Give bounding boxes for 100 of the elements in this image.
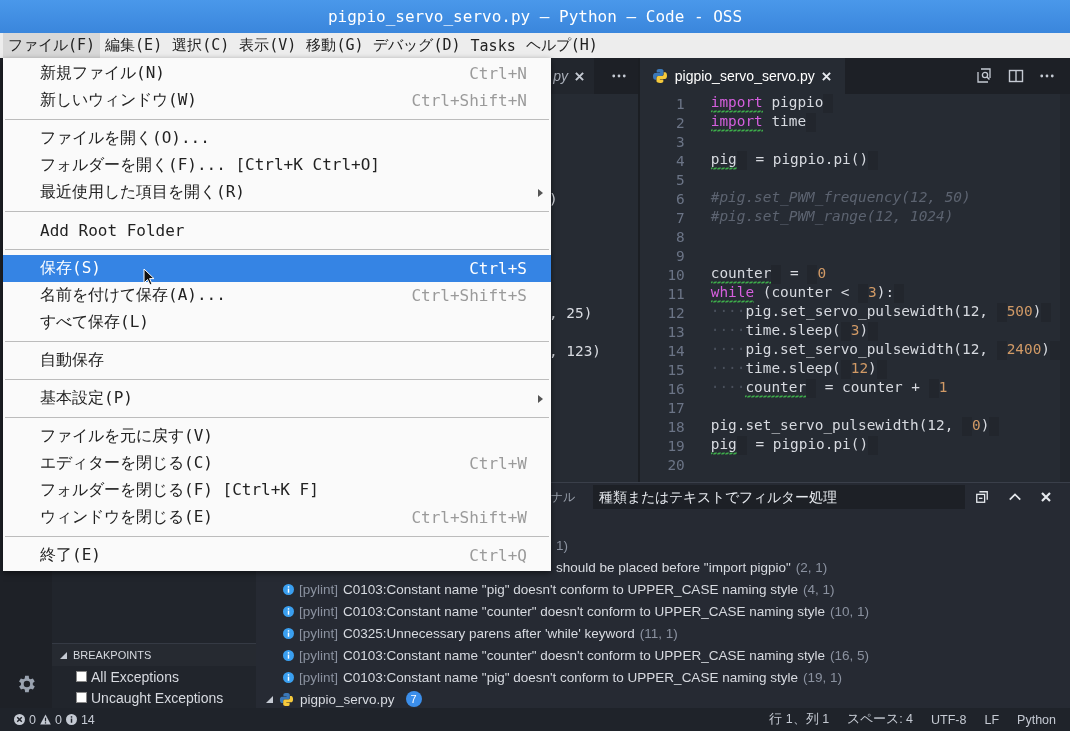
open-preview-icon[interactable] [976, 68, 992, 84]
line-number: 2 [675, 114, 685, 131]
mouse-pointer-icon [143, 268, 155, 286]
menu-item[interactable]: フォルダーを閉じる(F) [Ctrl+K F] [3, 477, 551, 504]
status-item[interactable]: Python [1017, 712, 1056, 727]
menu-bar-item[interactable]: 表示(V) [234, 33, 302, 58]
menu-item[interactable]: 基本設定(P) [3, 385, 551, 412]
more-icon[interactable] [1040, 74, 1054, 78]
expand-triangle-icon[interactable] [266, 695, 273, 703]
python-icon [651, 68, 668, 84]
file-name: pigpio_servo.py [300, 691, 395, 707]
close-icon[interactable] [1041, 492, 1051, 502]
problem-location: (16, 5) [829, 647, 869, 663]
menu-item[interactable]: ファイルを元に戻す(V) [3, 423, 551, 450]
code-line: pig = pigpio.pi() [710, 436, 879, 455]
line-number: 12 [666, 304, 685, 321]
menu-item[interactable]: 保存(S) Ctrl+S [3, 255, 551, 282]
menu-item[interactable]: 新しいウィンドウ(W) Ctrl+Shift+N [3, 87, 551, 114]
checkbox-label: Uncaught Exceptions [91, 689, 224, 706]
line-number: 11 [666, 285, 685, 302]
menu-item[interactable]: すべて保存(L) [3, 309, 551, 336]
status-item[interactable]: UTF-8 [931, 712, 967, 727]
problem-source: [pylint] [299, 625, 339, 641]
section-title: BREAKPOINTS [73, 649, 152, 661]
line-number: 19 [666, 437, 685, 454]
section-header[interactable]: BREAKPOINTS [52, 643, 256, 666]
problem-message: C0103:Constant name "counter" doesn't conform to UPPER_CASE naming style [343, 603, 825, 619]
problem-message: C0325:Unnecessary parens after 'while' keyword [343, 625, 635, 641]
line-number: 14 [666, 342, 685, 359]
problem-source: [pylint] [299, 581, 339, 597]
close-icon[interactable] [821, 71, 831, 81]
info-icon [283, 671, 294, 683]
code-text: , 123) [549, 342, 601, 359]
menu-item[interactable]: フォルダーを開く(F)... [Ctrl+K Ctrl+O] [3, 152, 551, 179]
window-title: pigpio_servo_servo.py — Python — Code - OSS [327, 7, 743, 26]
status-item[interactable]: スペース: 4 [847, 711, 914, 728]
menu-bar-item[interactable]: 選択(C) [167, 33, 235, 58]
problem-location: (2, 1) [795, 559, 828, 575]
menu-bar-item[interactable]: Tasks [465, 33, 521, 58]
menu-bar-item[interactable]: 編集(E) [100, 33, 168, 58]
line-number: 13 [666, 323, 685, 340]
line-number: 4 [675, 152, 685, 169]
menu-bar-item[interactable]: デバッグ(D) [368, 33, 466, 58]
checkbox[interactable] [76, 692, 87, 703]
menu-item[interactable]: 終了(E) Ctrl+Q [3, 542, 551, 569]
problem-location: (4, 1) [802, 581, 835, 597]
problem-message: C0103:Constant name "pig" doesn't conform to UPPER_CASE naming style [343, 581, 798, 597]
line-number: 10 [666, 266, 685, 283]
editor-tab[interactable]: pigpio_servo_servo.py [639, 58, 845, 94]
line-number: 15 [666, 361, 685, 378]
code-line: #pig.set_PWM_range(12, 1024) [710, 208, 954, 227]
python-icon [279, 691, 294, 707]
status-text[interactable]: 0 [54, 712, 62, 727]
line-number: 5 [675, 171, 685, 188]
expand-triangle-icon [60, 651, 67, 659]
code-line: ····pig.set_servo_pulsewidth(12, 2400) [710, 341, 1060, 360]
code-line: ····pig.set_servo_pulsewidth(12, 500) [710, 303, 1052, 322]
info-icon [283, 605, 294, 617]
menu-item[interactable]: ファイルを開く(O)... [3, 125, 551, 152]
menu-item[interactable]: 最近使用した項目を開く(R) [3, 179, 551, 206]
code-line: while (counter < 3): [710, 284, 905, 303]
menu-bar-item[interactable]: ヘルプ(H) [520, 33, 603, 58]
count-badge: 7 [405, 691, 422, 707]
menu-item[interactable]: Add Root Folder [3, 217, 551, 244]
more-icon[interactable] [611, 74, 626, 78]
status-text[interactable]: 0 [29, 712, 36, 727]
line-number: 1 [675, 95, 685, 112]
menu-item[interactable]: ウィンドウを閉じる(E) Ctrl+Shift+W [3, 504, 551, 531]
menu-item[interactable]: 新規ファイル(N) Ctrl+N [3, 60, 551, 87]
menu-item[interactable]: エディターを閉じる(C) Ctrl+W [3, 450, 551, 477]
close-icon[interactable] [575, 71, 584, 81]
collapse-all-icon[interactable] [975, 490, 989, 504]
line-number: 9 [675, 247, 685, 264]
code-line: pig = pigpio.pi() [710, 151, 879, 170]
status-text[interactable]: 14 [80, 712, 95, 727]
split-editor-icon[interactable] [1008, 68, 1024, 84]
panel-tab[interactable]: ナル [551, 488, 575, 506]
problem-location: 1) [556, 537, 568, 553]
code-line: import time [710, 113, 817, 132]
line-number: 7 [675, 209, 685, 226]
code-line: #pig.set_PWM_frequency(12, 50) [710, 189, 971, 208]
line-number: 16 [666, 380, 685, 397]
error-icon [14, 714, 25, 725]
menu-item[interactable]: 自動保存 [3, 347, 551, 374]
problem-source: [pylint] [299, 669, 339, 685]
menu-bar-item[interactable]: 移動(G) [301, 33, 369, 58]
line-number: 6 [675, 190, 685, 207]
problem-message: C0103:Constant name "pig" doesn't conform to UPPER_CASE naming style [343, 669, 798, 685]
problem-location: (19, 1) [802, 669, 842, 685]
problem-location: (11, 1) [639, 625, 678, 641]
status-item[interactable]: 行 1、列 1 [769, 711, 830, 728]
menu-bar-item[interactable]: ファイル(F) [3, 33, 101, 58]
info-icon [283, 627, 294, 639]
info-icon [65, 714, 77, 725]
problem-source: [pylint] [299, 647, 339, 663]
checkbox[interactable] [76, 671, 87, 682]
filter-field[interactable]: 種類またはテキストでフィルター処理 [593, 485, 965, 509]
line-number: 17 [666, 399, 685, 416]
menu-item[interactable]: 名前を付けて保存(A)... Ctrl+Shift+S [3, 282, 551, 309]
status-item[interactable]: LF [984, 712, 1000, 727]
